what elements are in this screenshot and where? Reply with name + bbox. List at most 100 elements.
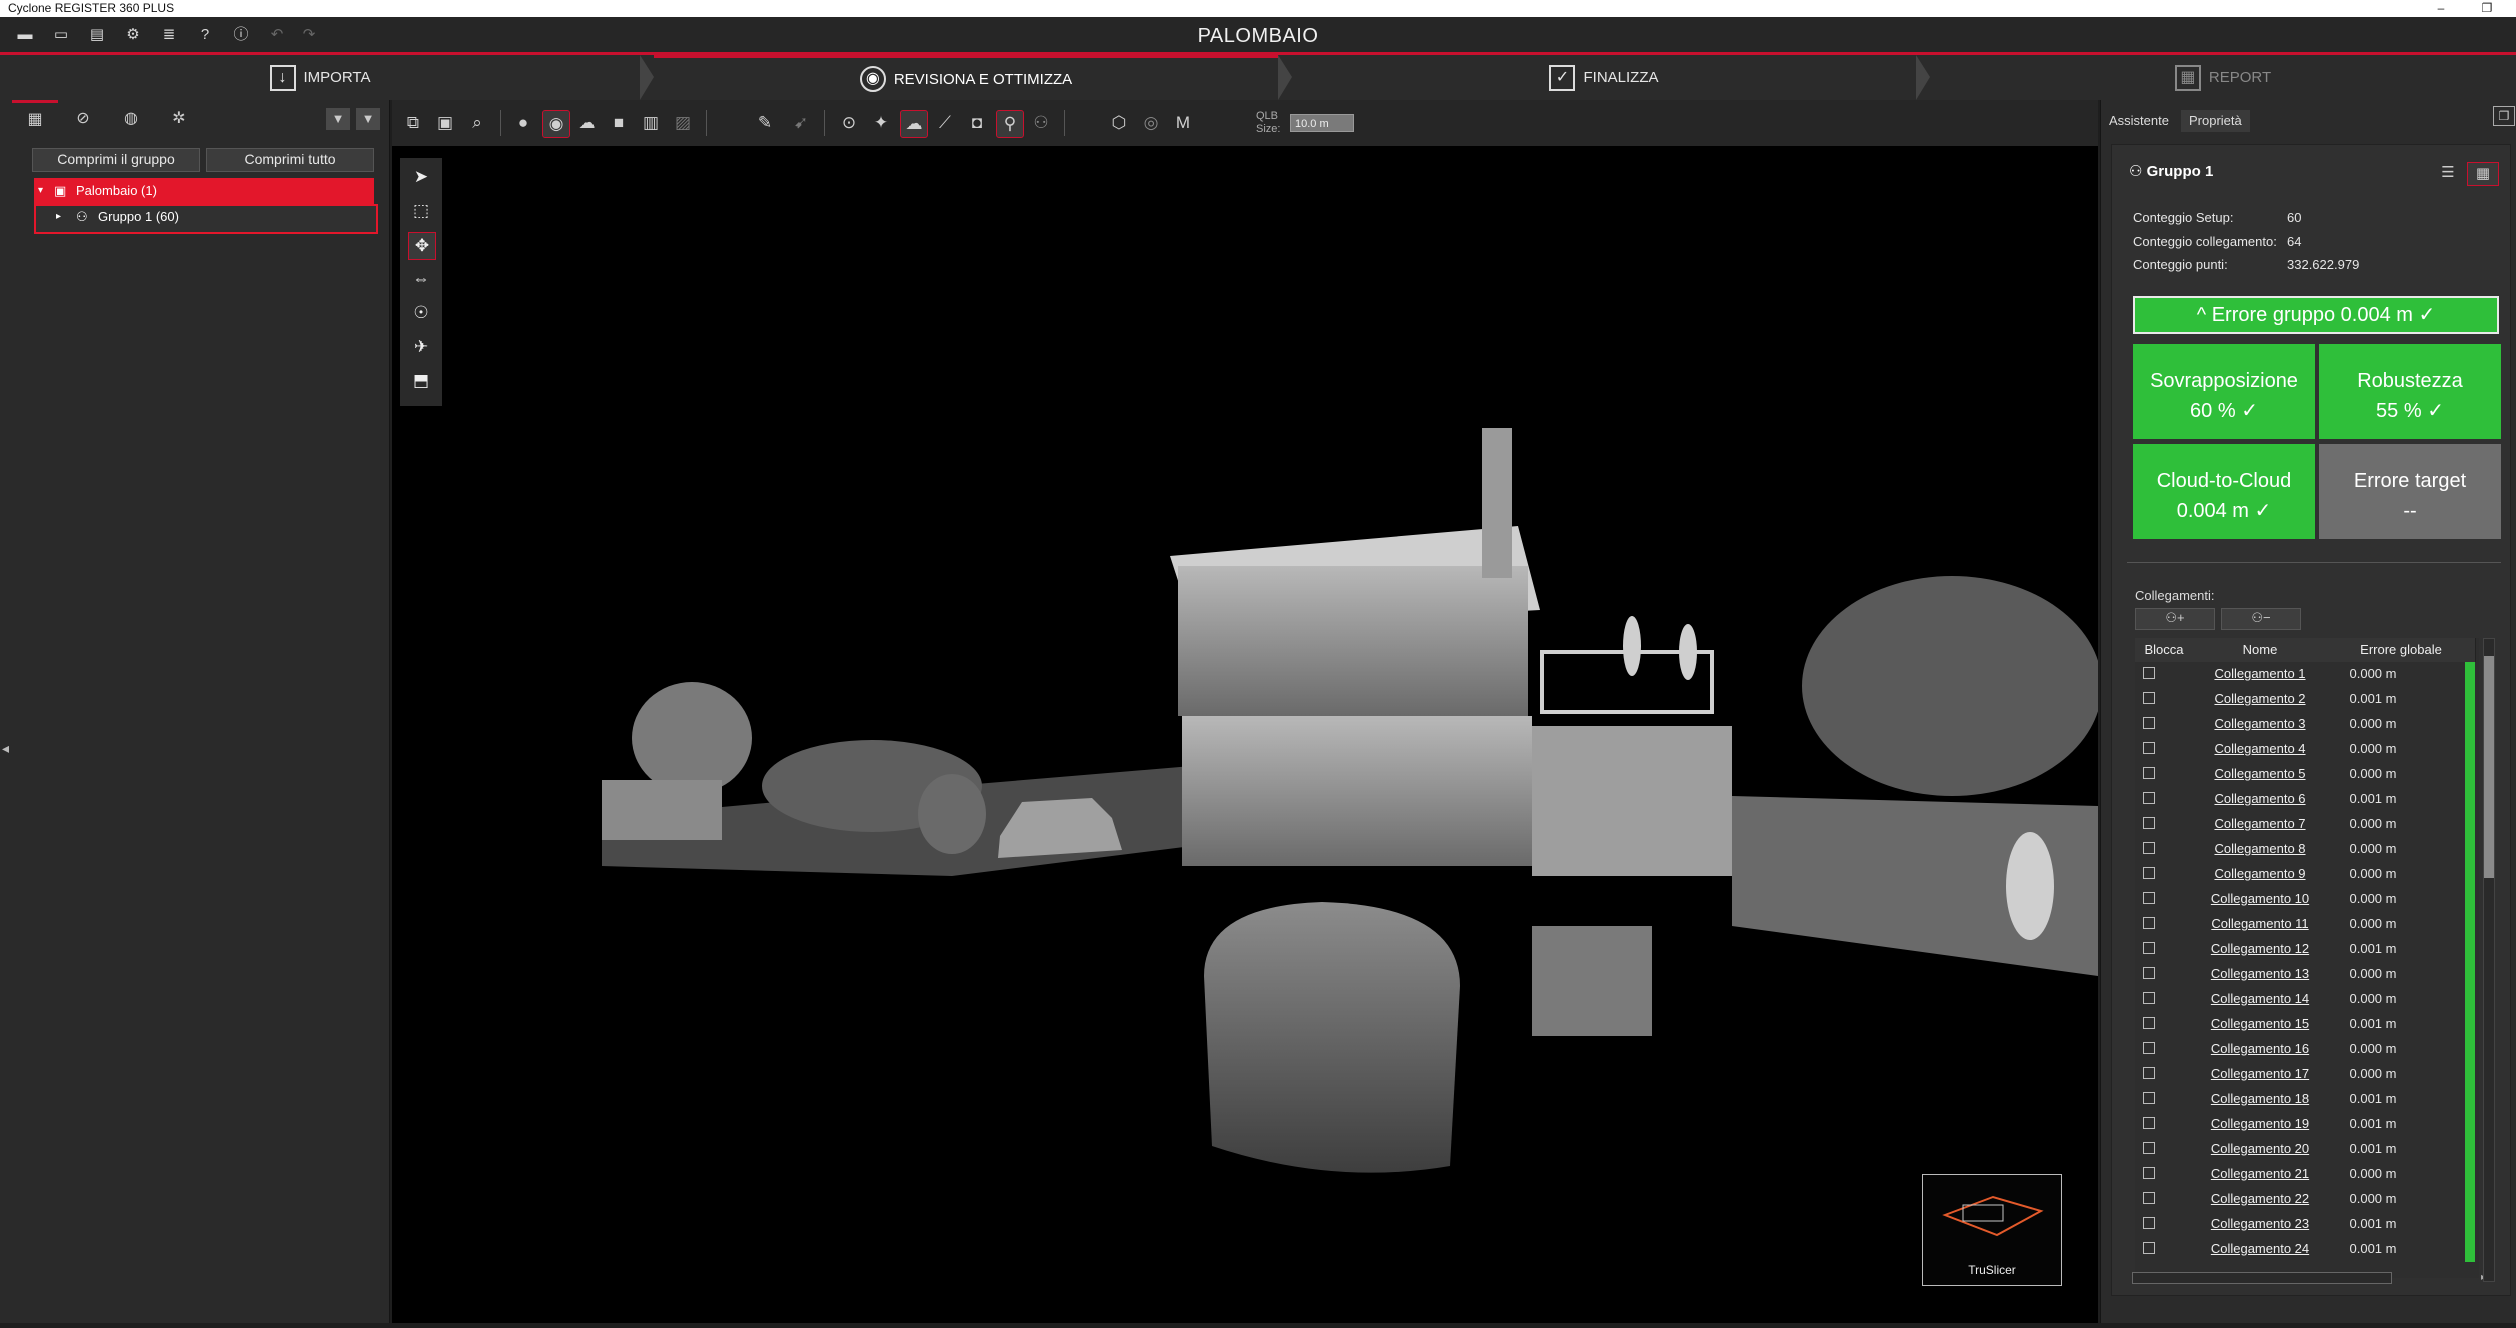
collapse-all-button[interactable]: Comprimi tutto — [206, 148, 374, 172]
table-row[interactable]: Collegamento 20 0.001 m — [2135, 1137, 2479, 1162]
link-name[interactable]: Collegamento 19 — [2193, 1116, 2327, 1131]
lock-checkbox[interactable] — [2143, 692, 2155, 704]
measure-icon[interactable]: ⟋ — [932, 110, 958, 136]
eye-icon[interactable]: ◎ — [1138, 110, 1164, 136]
column-header-lock[interactable]: Blocca — [2135, 638, 2194, 662]
user-link-icon[interactable]: ⚇ — [1028, 110, 1054, 136]
table-row[interactable]: Collegamento 17 0.000 m — [2135, 1062, 2479, 1087]
lock-checkbox[interactable] — [2143, 1067, 2155, 1079]
lock-checkbox[interactable] — [2143, 1217, 2155, 1229]
tile-cloud-to-cloud[interactable]: Cloud-to-Cloud 0.004 m ✓ — [2133, 444, 2315, 539]
orbit-icon[interactable]: ✥ — [408, 232, 436, 260]
table-row[interactable]: Collegamento 21 0.000 m — [2135, 1162, 2479, 1187]
lock-checkbox[interactable] — [2143, 892, 2155, 904]
table-row[interactable]: Collegamento 7 0.000 m — [2135, 812, 2479, 837]
chevron-right-icon[interactable]: ▸ — [56, 204, 61, 230]
cloud-icon[interactable]: ☁ — [574, 110, 600, 136]
link-name[interactable]: Collegamento 16 — [2193, 1041, 2327, 1056]
tab-assistente[interactable]: Assistente — [2101, 110, 2177, 132]
table-row[interactable]: Collegamento 12 0.001 m — [2135, 937, 2479, 962]
maximize-button[interactable]: ❐ — [2464, 0, 2510, 17]
table-row[interactable]: Collegamento 8 0.000 m — [2135, 837, 2479, 862]
table-row[interactable]: Collegamento 19 0.001 m — [2135, 1112, 2479, 1137]
link-name[interactable]: Collegamento 10 — [2193, 891, 2327, 906]
link-name[interactable]: Collegamento 7 — [2193, 816, 2327, 831]
link-name[interactable]: Collegamento 12 — [2193, 941, 2327, 956]
walk-icon[interactable]: ☉ — [408, 300, 434, 326]
lock-checkbox[interactable] — [2143, 917, 2155, 929]
color-mode-icon[interactable]: ● — [510, 110, 536, 136]
scrollbar-thumb[interactable] — [2484, 656, 2494, 878]
link-name[interactable]: Collegamento 15 — [2193, 1016, 2327, 1031]
table-row[interactable]: Collegamento 4 0.000 m — [2135, 737, 2479, 762]
step-report[interactable]: ▦ REPORT — [1930, 55, 2516, 100]
link-name[interactable]: Collegamento 23 — [2193, 1216, 2327, 1231]
lock-checkbox[interactable] — [2143, 992, 2155, 1004]
tree-item-group[interactable]: ▸ ⚇ Gruppo 1 (60) — [34, 204, 378, 234]
list-view-icon[interactable]: ☰ — [2433, 162, 2463, 184]
lock-checkbox[interactable] — [2143, 1017, 2155, 1029]
link-name[interactable]: Collegamento 4 — [2193, 741, 2327, 756]
lock-checkbox[interactable] — [2143, 817, 2155, 829]
table-row[interactable]: Collegamento 11 0.000 m — [2135, 912, 2479, 937]
link-name[interactable]: Collegamento 22 — [2193, 1191, 2327, 1206]
step-revisiona[interactable]: ◉ REVISIONA E OTTIMIZZA — [654, 55, 1278, 100]
link-name[interactable]: Collegamento 11 — [2193, 916, 2327, 931]
layers-icon[interactable]: ⧉ — [400, 110, 426, 136]
collapse-group-button[interactable]: Comprimi il gruppo — [32, 148, 200, 172]
tab-settings[interactable]: ✲ — [156, 100, 202, 138]
lock-checkbox[interactable] — [2143, 867, 2155, 879]
target-icon[interactable]: ⊙ — [836, 110, 862, 136]
zoom-fit-icon[interactable]: ⌕ — [464, 110, 490, 136]
ruler-icon[interactable]: ✎ — [752, 110, 778, 136]
table-row[interactable]: Collegamento 23 0.001 m — [2135, 1212, 2479, 1237]
links-horizontal-scrollbar[interactable] — [2132, 1272, 2392, 1284]
lock-checkbox[interactable] — [2143, 1167, 2155, 1179]
column-header-error[interactable]: Errore globale — [2327, 638, 2476, 662]
lock-checkbox[interactable] — [2143, 667, 2155, 679]
link-name[interactable]: Collegamento 24 — [2193, 1241, 2327, 1256]
lock-checkbox[interactable] — [2143, 742, 2155, 754]
lock-checkbox[interactable] — [2143, 1092, 2155, 1104]
table-row[interactable]: Collegamento 13 0.000 m — [2135, 962, 2479, 987]
pan-icon[interactable]: ⇔ — [408, 266, 434, 292]
image-icon[interactable]: ▨ — [670, 110, 696, 136]
table-row[interactable]: Collegamento 10 0.000 m — [2135, 887, 2479, 912]
tile-view-icon[interactable]: ▦ — [2467, 162, 2499, 186]
table-row[interactable]: Collegamento 5 0.000 m — [2135, 762, 2479, 787]
link-name[interactable]: Collegamento 2 — [2193, 691, 2327, 706]
multi-select-icon[interactable]: ⬚ — [408, 198, 434, 224]
qlb-size-input[interactable]: 10.0 m — [1290, 114, 1354, 132]
collapse-left-panel-icon[interactable]: ◂ — [2, 740, 16, 760]
link-name[interactable]: Collegamento 13 — [2193, 966, 2327, 981]
link-name[interactable]: Collegamento 18 — [2193, 1091, 2327, 1106]
tab-project-tree[interactable]: ▦ — [12, 100, 58, 141]
fly-icon[interactable]: ✈ — [408, 334, 434, 360]
table-row[interactable]: Collegamento 18 0.001 m — [2135, 1087, 2479, 1112]
point-cloud-viewer[interactable] — [392, 146, 2102, 1323]
lock-checkbox[interactable] — [2143, 967, 2155, 979]
table-row[interactable]: Collegamento 9 0.000 m — [2135, 862, 2479, 887]
link-name[interactable]: Collegamento 9 — [2193, 866, 2327, 881]
undock-icon[interactable]: ❐ — [2493, 106, 2515, 126]
cube-icon[interactable]: ⬒ — [408, 368, 434, 394]
table-row[interactable]: Collegamento 1 0.000 m — [2135, 662, 2479, 687]
link-name[interactable]: Collegamento 21 — [2193, 1166, 2327, 1181]
table-row[interactable]: Collegamento 3 0.000 m — [2135, 712, 2479, 737]
tile-target-error[interactable]: Errore target -- — [2319, 444, 2501, 539]
table-row[interactable]: Collegamento 6 0.001 m — [2135, 787, 2479, 812]
link-name[interactable]: Collegamento 20 — [2193, 1141, 2327, 1156]
lock-checkbox[interactable] — [2143, 1242, 2155, 1254]
link-name[interactable]: Collegamento 6 — [2193, 791, 2327, 806]
window-icon[interactable]: ▣ — [432, 110, 458, 136]
tree-action-2[interactable]: ▼ — [356, 108, 380, 130]
link-name[interactable]: Collegamento 8 — [2193, 841, 2327, 856]
tag-icon[interactable]: ✦ — [868, 110, 894, 136]
link-name[interactable]: Collegamento 3 — [2193, 716, 2327, 731]
link-name[interactable]: Collegamento 17 — [2193, 1066, 2327, 1081]
link-name[interactable]: Collegamento 1 — [2193, 666, 2327, 681]
lock-checkbox[interactable] — [2143, 717, 2155, 729]
step-finalizza[interactable]: ✓ FINALIZZA — [1292, 55, 1916, 100]
step-importa[interactable]: ↓ IMPORTA — [0, 55, 640, 100]
frame-icon[interactable]: ▥ — [638, 110, 664, 136]
